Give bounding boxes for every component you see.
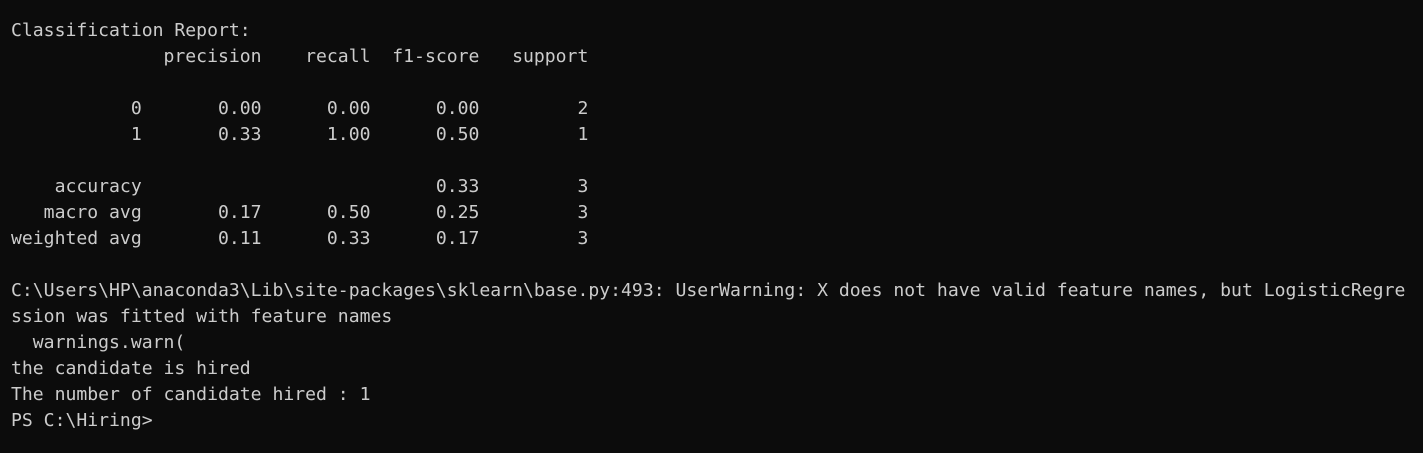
report-heading: Classification Report: bbox=[11, 20, 251, 41]
output-hired-message: the candidate is hired bbox=[11, 358, 251, 379]
warning-source-line: warnings.warn( bbox=[11, 332, 186, 353]
report-row-class-1: 1 0.33 1.00 0.50 1 bbox=[11, 124, 589, 145]
report-row-accuracy: accuracy 0.33 3 bbox=[11, 176, 589, 197]
report-row-macro-avg: macro avg 0.17 0.50 0.25 3 bbox=[11, 202, 589, 223]
report-column-headers: precision recall f1-score support bbox=[11, 46, 589, 67]
terminal-output[interactable]: Classification Report: precision recall … bbox=[0, 0, 1423, 453]
report-row-class-0: 0 0.00 0.00 0.00 2 bbox=[11, 98, 589, 119]
output-hired-count: The number of candidate hired : 1 bbox=[11, 384, 371, 405]
shell-prompt[interactable]: PS C:\Hiring> bbox=[11, 408, 1423, 434]
warning-line: C:\Users\HP\anaconda3\Lib\site-packages\… bbox=[11, 280, 1406, 301]
warning-line-continued: ssion was fitted with feature names bbox=[11, 306, 393, 327]
report-row-weighted-avg: weighted avg 0.11 0.33 0.17 3 bbox=[11, 228, 589, 249]
